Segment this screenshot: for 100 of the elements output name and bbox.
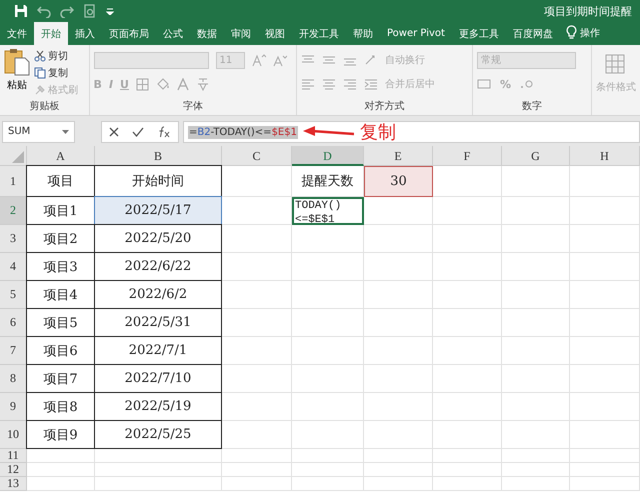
column-header[interactable]: D [292, 146, 364, 166]
save-icon[interactable] [14, 4, 28, 18]
column-header[interactable]: G [502, 146, 570, 166]
row-header[interactable]: 3 [0, 225, 27, 253]
ribbon-tab[interactable]: 开发工具 [292, 22, 346, 45]
select-all-icon[interactable] [12, 151, 24, 163]
row-header[interactable]: 6 [0, 309, 27, 337]
table-cell [292, 393, 364, 421]
column-header[interactable]: F [433, 146, 502, 166]
table-cell [570, 253, 640, 281]
table-cell [502, 225, 570, 253]
ribbon-tab[interactable]: 公式 [156, 22, 190, 45]
shrink-font-icon[interactable] [272, 53, 287, 67]
ribbon-tab[interactable]: 更多工具 [452, 22, 506, 45]
row-header[interactable]: 10 [0, 421, 27, 449]
column-header[interactable]: H [570, 146, 640, 166]
table-cell [433, 449, 502, 463]
table-cell [570, 463, 640, 477]
decimal-icon[interactable] [518, 78, 534, 90]
align-middle-icon[interactable] [322, 54, 336, 66]
enter-icon[interactable] [132, 127, 144, 137]
table-cell [433, 365, 502, 393]
table-cell [222, 463, 292, 477]
table-cell [570, 337, 640, 365]
group-title: 对齐方式 [363, 100, 406, 114]
table-cell [222, 477, 292, 491]
table-cell [364, 225, 433, 253]
row-header[interactable]: 5 [0, 281, 27, 309]
undo-icon[interactable] [37, 4, 51, 18]
ribbon-tab[interactable]: 页面布局 [102, 22, 156, 45]
table-cell [222, 253, 292, 281]
ribbon-tab[interactable]: 数据 [190, 22, 224, 45]
row-header[interactable]: 13 [0, 477, 27, 491]
fill-bucket-icon[interactable] [156, 78, 170, 90]
currency-icon[interactable] [476, 78, 493, 90]
dropdown-caret-icon[interactable] [62, 130, 69, 134]
ribbon-tab[interactable]: 视图 [258, 22, 292, 45]
ribbon-tab[interactable]: 插入 [68, 22, 102, 45]
table-cell [364, 337, 433, 365]
table-cell [364, 197, 433, 225]
group-title: 数字 [520, 100, 543, 114]
copy-icon [34, 67, 46, 79]
window-title: 项目到期时间提醒 [544, 4, 632, 18]
column-header[interactable]: A [27, 146, 95, 166]
table-cell [433, 166, 502, 197]
row-header[interactable]: 12 [0, 463, 27, 477]
row-header[interactable]: 11 [0, 449, 27, 463]
name-box[interactable]: SUM [2, 121, 75, 143]
table-cell [222, 309, 292, 337]
ribbon-tab[interactable]: 百度网盘 [506, 22, 560, 45]
phonetic-icon[interactable] [196, 77, 210, 91]
row-header[interactable]: 2 [0, 197, 27, 225]
row-header[interactable]: 8 [0, 365, 27, 393]
cancel-icon[interactable] [108, 127, 119, 137]
customize-icon[interactable] [106, 7, 114, 15]
table-cell [433, 253, 502, 281]
formula-field[interactable]: =B2-TODAY()<=$E$1 复制 [183, 121, 640, 143]
grow-font-icon[interactable] [252, 53, 266, 67]
redo-icon[interactable] [60, 4, 74, 18]
font-color-icon[interactable] [176, 78, 189, 90]
insert-function-icon[interactable] [157, 126, 172, 138]
table-cell [292, 463, 364, 477]
table-cell [502, 393, 570, 421]
ribbon-tab[interactable]: 开始 [34, 22, 68, 45]
table-cell [502, 253, 570, 281]
borders-icon[interactable] [136, 78, 149, 90]
align-right-icon[interactable] [342, 78, 357, 90]
row-header[interactable]: 9 [0, 393, 27, 421]
cell-editor[interactable]: TODAY() <=$E$1 [292, 197, 364, 225]
table-cell [222, 281, 292, 309]
tell-me-search[interactable]: 操作 [580, 22, 600, 45]
ribbon-tab[interactable]: Power Pivot [380, 22, 452, 45]
paste-button[interactable]: 粘贴 [4, 48, 30, 99]
row-header[interactable]: 1 [0, 166, 27, 197]
align-center-icon[interactable] [322, 78, 336, 90]
ribbon-tab[interactable]: 审阅 [224, 22, 258, 45]
table-cell [433, 197, 502, 225]
clipboard-button[interactable]: 剪切 [34, 48, 78, 64]
table-cell [27, 449, 95, 463]
font-name-field[interactable] [94, 52, 209, 68]
align-left-icon[interactable] [300, 78, 315, 90]
column-header[interactable]: C [222, 146, 292, 166]
table-cell [222, 225, 292, 253]
table-cell [502, 337, 570, 365]
column-header[interactable]: E [364, 146, 433, 166]
table-cell [364, 477, 433, 491]
row-header[interactable]: 7 [0, 337, 27, 365]
ribbon-tab[interactable]: 文件 [0, 22, 34, 45]
clipboard-button[interactable]: 复制 [34, 65, 78, 81]
table-cell [502, 365, 570, 393]
table-cell [292, 225, 364, 253]
table-cell [364, 393, 433, 421]
print-preview-icon[interactable] [83, 4, 97, 18]
column-header[interactable]: B [95, 146, 222, 166]
table-cell [222, 393, 292, 421]
lightbulb-icon[interactable] [566, 25, 577, 40]
ribbon-tab[interactable]: 帮助 [346, 22, 380, 45]
indent-icon[interactable] [364, 78, 378, 90]
row-header[interactable]: 4 [0, 253, 27, 281]
table-cell [364, 365, 433, 393]
